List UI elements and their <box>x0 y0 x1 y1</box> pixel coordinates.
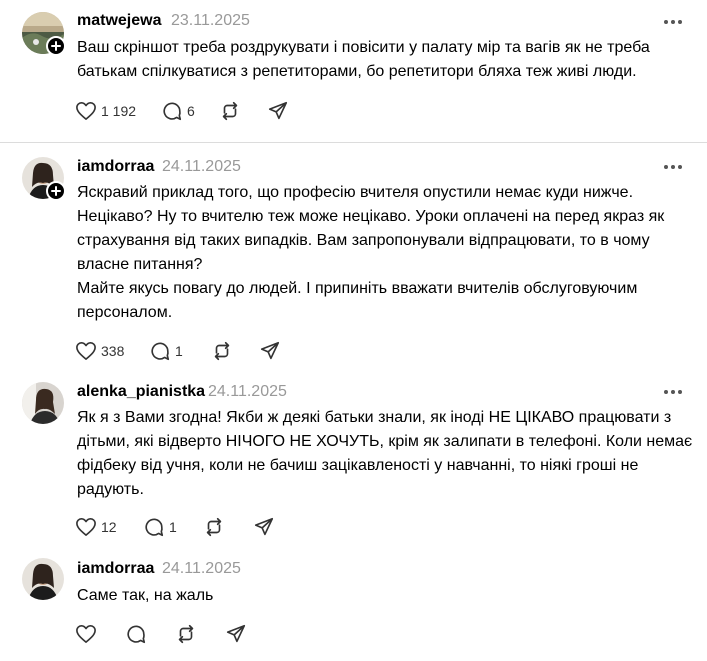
username[interactable]: iamdorraa <box>77 158 154 176</box>
comment-button[interactable]: 6 <box>161 100 219 122</box>
username[interactable]: matwejewa <box>77 12 161 30</box>
follow-plus-icon[interactable] <box>46 36 66 56</box>
comment-icon <box>163 102 182 121</box>
like-count: 1 192 <box>101 103 137 119</box>
share-icon <box>254 517 274 536</box>
post-text: Саме так, на жаль <box>77 587 214 604</box>
repost-icon <box>206 517 222 537</box>
comment-button[interactable] <box>125 623 175 645</box>
repost-button[interactable] <box>203 516 253 538</box>
post-date: 24.11.2025 <box>162 560 241 577</box>
share-icon <box>260 341 280 360</box>
more-icon[interactable] <box>661 157 685 177</box>
like-button[interactable]: 1 192 <box>75 101 161 121</box>
repost-icon <box>214 341 230 361</box>
comment-button[interactable]: 1 <box>143 516 203 538</box>
heart-icon <box>76 625 96 643</box>
post-date: 24.11.2025 <box>162 158 241 175</box>
username[interactable]: iamdorraa <box>77 560 154 578</box>
avatar[interactable] <box>22 382 64 424</box>
heart-icon <box>76 342 96 360</box>
share-button[interactable] <box>253 516 275 538</box>
comment-count: 1 <box>169 519 177 535</box>
repost-icon <box>178 624 194 644</box>
heart-icon <box>76 102 96 120</box>
comment-count: 6 <box>187 103 195 119</box>
like-count: 338 <box>101 343 125 359</box>
avatar[interactable] <box>22 12 66 56</box>
more-icon[interactable] <box>661 382 685 402</box>
comment-count: 1 <box>175 343 183 359</box>
avatar-image <box>22 558 64 600</box>
post-actions: 1 192 6 <box>75 99 289 123</box>
like-count: 12 <box>101 519 117 535</box>
like-button[interactable] <box>75 624 125 644</box>
post-date: 24.11.2025 <box>208 383 287 400</box>
post-text: Як я з Вами згодна! Якби ж деякі батьки … <box>77 409 693 498</box>
share-button[interactable] <box>259 340 281 362</box>
repost-button[interactable] <box>211 340 259 362</box>
comment-icon <box>151 342 170 361</box>
comment-icon <box>145 518 164 537</box>
share-button[interactable] <box>267 100 289 122</box>
comment-icon <box>127 625 146 644</box>
divider <box>0 142 707 143</box>
comment-button[interactable]: 1 <box>149 340 211 362</box>
heart-icon <box>76 518 96 536</box>
share-button[interactable] <box>225 623 247 645</box>
post-text: Ваш скріншот треба роздрукувати і повіси… <box>77 39 650 80</box>
follow-plus-icon[interactable] <box>46 181 66 201</box>
repost-icon <box>222 101 238 121</box>
post-date: 23.11.2025 <box>171 12 250 29</box>
like-button[interactable]: 12 <box>75 517 143 537</box>
repost-button[interactable] <box>175 623 225 645</box>
post-actions <box>75 622 247 646</box>
repost-button[interactable] <box>219 100 267 122</box>
more-icon[interactable] <box>661 12 685 32</box>
avatar-image <box>22 382 64 424</box>
username[interactable]: alenka_pianistka <box>77 383 205 401</box>
post-text: Яскравий приклад того, що професію вчите… <box>77 184 665 321</box>
post-actions: 12 1 <box>75 515 275 539</box>
avatar[interactable] <box>22 157 66 201</box>
avatar[interactable] <box>22 558 64 600</box>
share-icon <box>268 101 288 120</box>
post-actions: 338 1 <box>75 339 281 363</box>
share-icon <box>226 624 246 643</box>
like-button[interactable]: 338 <box>75 341 149 361</box>
